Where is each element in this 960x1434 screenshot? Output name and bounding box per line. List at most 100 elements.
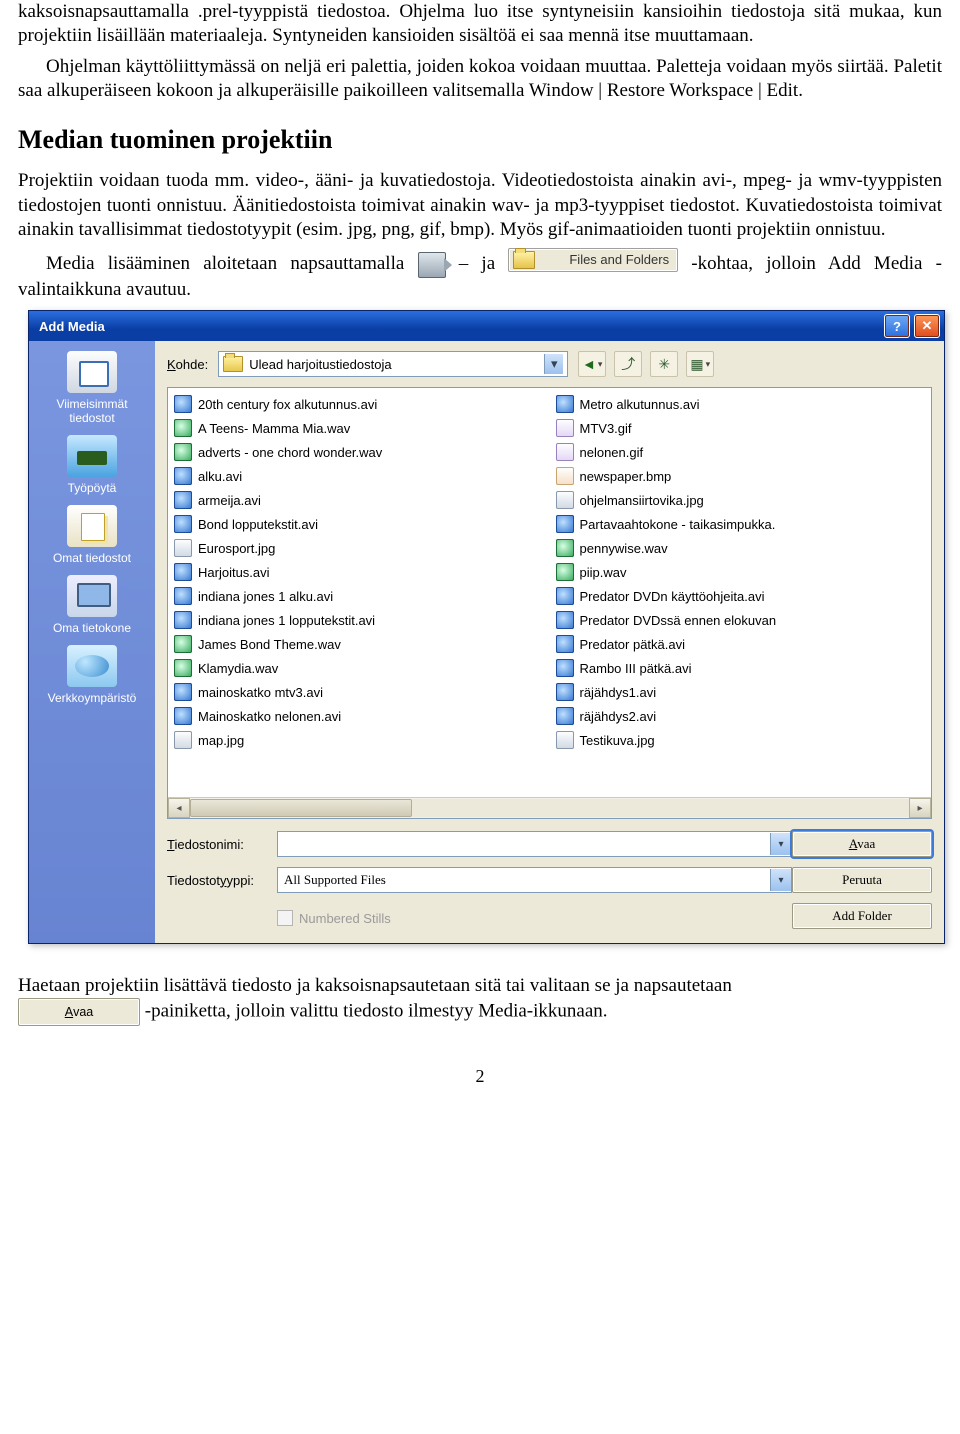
add-media-dialog: Add Media ? ✕ Viimeisimmät tiedostot Työ… xyxy=(28,310,945,944)
place-desktop[interactable]: Työpöytä xyxy=(67,435,117,495)
scroll-right-button[interactable]: ▸ xyxy=(909,798,931,818)
cancel-button[interactable]: Peruuta xyxy=(792,867,932,893)
kohde-label: Kohde: xyxy=(167,357,208,372)
filename-label: Tiedostonimi: xyxy=(167,837,277,852)
avaa-inline-button[interactable]: Avaa xyxy=(18,998,140,1026)
documents-icon xyxy=(67,505,117,547)
file-name-label: newspaper.bmp xyxy=(580,469,672,484)
file-type-icon xyxy=(174,611,192,629)
recent-icon xyxy=(67,351,117,393)
file-name-label: piip.wav xyxy=(580,565,627,580)
add-folder-button[interactable]: Add Folder xyxy=(792,903,932,929)
filename-input[interactable] xyxy=(278,836,770,852)
place-label: Työpöytä xyxy=(68,481,117,495)
computer-icon xyxy=(67,575,117,617)
file-item[interactable]: piip.wav xyxy=(556,560,926,584)
file-item[interactable]: Partavaahtokone - taikasimpukka. xyxy=(556,512,926,536)
file-item[interactable]: Harjoitus.avi xyxy=(174,560,544,584)
files-and-folders-button[interactable]: Files and Folders xyxy=(508,248,678,272)
file-item[interactable]: armeija.avi xyxy=(174,488,544,512)
file-type-icon xyxy=(556,587,574,605)
scroll-left-button[interactable]: ◂ xyxy=(168,798,190,818)
file-type-icon xyxy=(556,563,574,581)
file-type-icon xyxy=(556,611,574,629)
place-label: Oma tietokone xyxy=(53,621,131,635)
scroll-track[interactable] xyxy=(190,799,909,817)
horizontal-scrollbar[interactable]: ◂ ▸ xyxy=(168,797,931,818)
file-item[interactable]: Metro alkutunnus.avi xyxy=(556,392,926,416)
file-item[interactable]: pennywise.wav xyxy=(556,536,926,560)
place-documents[interactable]: Omat tiedostot xyxy=(53,505,131,565)
file-name-label: Klamydia.wav xyxy=(198,661,278,676)
file-name-label: mainoskatko mtv3.avi xyxy=(198,685,323,700)
place-network[interactable]: Verkkoympäristö xyxy=(48,645,137,705)
file-type-icon xyxy=(556,659,574,677)
kohde-dropdown[interactable]: Ulead harjoitustiedostoja ▾ xyxy=(218,351,568,377)
file-item[interactable]: Predator pätkä.avi xyxy=(556,632,926,656)
file-item[interactable]: Rambo III pätkä.avi xyxy=(556,656,926,680)
file-type-icon xyxy=(556,515,574,533)
file-type-icon xyxy=(174,443,192,461)
file-type-icon xyxy=(174,635,192,653)
file-item[interactable]: map.jpg xyxy=(174,728,544,752)
filetype-value[interactable] xyxy=(278,872,770,888)
file-item[interactable]: ohjelmansiirtovika.jpg xyxy=(556,488,926,512)
file-item[interactable]: indiana jones 1 lopputekstit.avi xyxy=(174,608,544,632)
file-name-label: räjähdys2.avi xyxy=(580,709,657,724)
file-item[interactable]: newspaper.bmp xyxy=(556,464,926,488)
file-name-label: Mainoskatko nelonen.avi xyxy=(198,709,341,724)
file-item[interactable]: Klamydia.wav xyxy=(174,656,544,680)
up-one-level-button[interactable]: ⤴ xyxy=(614,351,642,377)
chevron-down-icon[interactable]: ▾ xyxy=(770,869,791,891)
file-type-icon xyxy=(174,731,192,749)
file-name-label: adverts - one chord wonder.wav xyxy=(198,445,382,460)
view-menu-button[interactable]: ▦▾ xyxy=(686,351,714,377)
file-name-label: A Teens- Mamma Mia.wav xyxy=(198,421,350,436)
file-item[interactable]: adverts - one chord wonder.wav xyxy=(174,440,544,464)
new-folder-button[interactable]: ✳ xyxy=(650,351,678,377)
dialog-titlebar[interactable]: Add Media ? ✕ xyxy=(29,311,944,341)
chevron-down-icon[interactable]: ▾ xyxy=(770,833,791,855)
file-name-label: Testikuva.jpg xyxy=(580,733,655,748)
back-button[interactable]: ◄▾ xyxy=(578,351,606,377)
file-type-icon xyxy=(174,515,192,533)
file-item[interactable]: alku.avi xyxy=(174,464,544,488)
file-type-icon xyxy=(174,419,192,437)
file-item[interactable]: räjähdys1.avi xyxy=(556,680,926,704)
file-item[interactable]: nelonen.gif xyxy=(556,440,926,464)
file-item[interactable]: indiana jones 1 alku.avi xyxy=(174,584,544,608)
file-item[interactable]: räjähdys2.avi xyxy=(556,704,926,728)
folder-icon xyxy=(223,356,243,372)
file-name-label: armeija.avi xyxy=(198,493,261,508)
file-item[interactable]: Predator DVDssä ennen elokuvan xyxy=(556,608,926,632)
file-type-icon xyxy=(174,467,192,485)
page-number: 2 xyxy=(18,1066,942,1087)
filetype-combobox[interactable]: ▾ xyxy=(277,867,792,893)
file-item[interactable]: A Teens- Mamma Mia.wav xyxy=(174,416,544,440)
file-item[interactable]: Bond lopputekstit.avi xyxy=(174,512,544,536)
file-item[interactable]: Testikuva.jpg xyxy=(556,728,926,752)
network-icon xyxy=(67,645,117,687)
chevron-down-icon: ▾ xyxy=(544,354,563,374)
place-recent[interactable]: Viimeisimmät tiedostot xyxy=(33,351,151,425)
close-button[interactable]: ✕ xyxy=(914,314,940,338)
filename-combobox[interactable]: ▾ xyxy=(277,831,792,857)
text-fragment: -painiketta, jolloin valittu tiedosto il… xyxy=(145,1001,608,1022)
file-type-icon xyxy=(556,467,574,485)
file-item[interactable]: Predator DVDn käyttöohjeita.avi xyxy=(556,584,926,608)
place-label: Verkkoympäristö xyxy=(48,691,137,705)
file-item[interactable]: mainoskatko mtv3.avi xyxy=(174,680,544,704)
heading-media-import: Median tuominen projektiin xyxy=(18,125,942,155)
file-list-pane[interactable]: 20th century fox alkutunnus.avi A Teens- … xyxy=(167,387,932,819)
file-item[interactable]: 20th century fox alkutunnus.avi xyxy=(174,392,544,416)
file-name-label: Predator DVDn käyttöohjeita.avi xyxy=(580,589,765,604)
file-item[interactable]: MTV3.gif xyxy=(556,416,926,440)
file-name-label: MTV3.gif xyxy=(580,421,632,436)
open-button[interactable]: Avaa xyxy=(792,831,932,857)
help-button[interactable]: ? xyxy=(884,314,910,338)
place-computer[interactable]: Oma tietokone xyxy=(53,575,131,635)
file-item[interactable]: James Bond Theme.wav xyxy=(174,632,544,656)
scroll-thumb[interactable] xyxy=(190,799,412,817)
file-item[interactable]: Mainoskatko nelonen.avi xyxy=(174,704,544,728)
file-item[interactable]: Eurosport.jpg xyxy=(174,536,544,560)
